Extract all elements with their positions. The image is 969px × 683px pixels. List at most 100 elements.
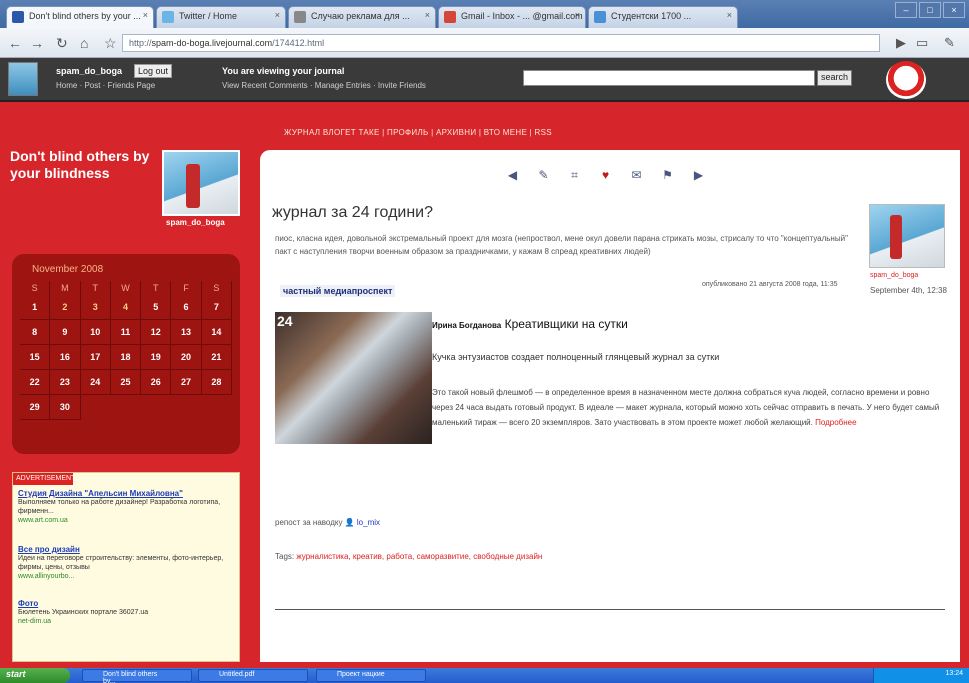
- close-icon[interactable]: ×: [575, 10, 580, 20]
- browser-tab-1[interactable]: Don't blind others by your ... ×: [6, 6, 154, 28]
- taskbar-item[interactable]: Don't blind others by...: [82, 669, 192, 683]
- repost-user-link[interactable]: lo_mix: [357, 518, 380, 527]
- entry-username[interactable]: spam_do_boga: [870, 272, 918, 279]
- calendar-day[interactable]: 6: [171, 295, 202, 320]
- maximize-icon[interactable]: □: [919, 2, 941, 18]
- calendar-day[interactable]: 11: [110, 320, 142, 345]
- tab-label: Случаю реклама для ...: [311, 11, 410, 21]
- ad-url[interactable]: www.art.com.ua: [18, 516, 233, 525]
- clock[interactable]: 13:24: [945, 670, 963, 677]
- close-icon[interactable]: ×: [727, 10, 732, 20]
- calendar-day[interactable]: 24: [80, 370, 111, 395]
- calendar-day[interactable]: 13: [171, 320, 202, 345]
- calendar-day[interactable]: 28: [201, 370, 232, 395]
- browser-tab-3[interactable]: Случаю реклама для ... ×: [288, 6, 436, 28]
- source-label[interactable]: частный медиапроспект: [280, 285, 396, 297]
- close-icon[interactable]: ×: [143, 10, 148, 20]
- article-image[interactable]: 24: [275, 312, 432, 444]
- userpic-caption[interactable]: spam_do_boga: [166, 218, 225, 227]
- taskbar-item[interactable]: Untitled.pdf: [198, 669, 308, 682]
- close-window-icon[interactable]: ×: [943, 2, 965, 18]
- start-button[interactable]: start: [0, 668, 70, 683]
- calendar-day[interactable]: 8: [20, 320, 51, 345]
- calendar-day[interactable]: 5: [141, 295, 172, 320]
- article-heading: Ирина Богданова Креативщики на сутки: [432, 317, 628, 331]
- logout-button[interactable]: Log out: [134, 64, 173, 78]
- calendar-day[interactable]: 15: [20, 345, 51, 370]
- calendar-day[interactable]: 2: [50, 295, 81, 320]
- browser-tab-5[interactable]: Студентски 1700 ... ×: [588, 6, 738, 28]
- calendar-title[interactable]: November 2008: [32, 264, 232, 275]
- close-icon[interactable]: ×: [425, 10, 430, 20]
- calendar-day[interactable]: 7: [201, 295, 232, 320]
- divider: [275, 609, 945, 610]
- calendar-dow: F: [171, 281, 202, 295]
- ad-url[interactable]: www.allinyourbo...: [18, 572, 233, 581]
- page-menu-icon[interactable]: ▭: [916, 35, 928, 51]
- calendar-day[interactable]: 25: [110, 370, 142, 395]
- calendar-day[interactable]: 3: [80, 295, 111, 320]
- search-button[interactable]: search: [817, 70, 853, 86]
- calendar-day[interactable]: 10: [80, 320, 111, 345]
- journal-userpic[interactable]: [162, 150, 240, 216]
- bookmark-star-icon[interactable]: ☆: [104, 35, 117, 52]
- user-links[interactable]: Home · Post · Friends Page: [56, 81, 155, 90]
- url-field[interactable]: http://spam-do-boga.livejournal.com/1744…: [122, 34, 880, 52]
- reload-icon[interactable]: ↻: [56, 35, 68, 52]
- ad-title[interactable]: Фото: [18, 599, 233, 608]
- post-title[interactable]: журнал за 24 години?: [272, 204, 433, 222]
- browser-tab-4[interactable]: Gmail - Inbox - ... @gmail.com ×: [438, 6, 586, 28]
- calendar-day[interactable]: 19: [141, 345, 172, 370]
- ad-text: Выполняем только на работе дизайнер! Раз…: [18, 499, 221, 515]
- wrench-icon[interactable]: ✎: [944, 35, 955, 51]
- calendar-day[interactable]: 22: [20, 370, 51, 395]
- close-icon[interactable]: ×: [275, 10, 280, 20]
- prev-arrow-icon[interactable]: ◀: [504, 168, 521, 183]
- track-icon[interactable]: ⚑: [659, 168, 676, 183]
- minimize-icon[interactable]: –: [895, 2, 917, 18]
- twitter-favicon-icon: [162, 11, 174, 23]
- home-icon[interactable]: ⌂: [80, 35, 88, 51]
- logged-in-username[interactable]: spam_do_boga: [56, 66, 122, 76]
- forward-arrow-icon[interactable]: →: [30, 35, 44, 51]
- calendar-day[interactable]: 14: [201, 320, 232, 345]
- calendar-day[interactable]: 4: [110, 295, 142, 320]
- journal-manage-links[interactable]: View Recent Comments · Manage Entries · …: [222, 81, 426, 90]
- search-input[interactable]: [523, 70, 815, 86]
- ad-item[interactable]: Студия Дизайна "Апельсин Михайловна" Вып…: [18, 489, 233, 525]
- calendar-day[interactable]: 27: [171, 370, 202, 395]
- userpic-small[interactable]: [8, 62, 38, 96]
- memory-heart-icon[interactable]: ♥: [597, 168, 614, 183]
- taskbar-item[interactable]: Проект нацкие: [316, 669, 426, 682]
- calendar-day[interactable]: 30: [50, 395, 81, 420]
- calendar-day[interactable]: 29: [20, 395, 51, 420]
- browser-tab-2[interactable]: Twitter / Home ×: [156, 6, 286, 28]
- go-arrow-icon[interactable]: ▶: [896, 35, 906, 51]
- livejournal-logo-icon[interactable]: [886, 61, 926, 99]
- calendar-day[interactable]: 26: [141, 370, 172, 395]
- back-arrow-icon[interactable]: ←: [8, 35, 22, 51]
- calendar-day[interactable]: 17: [80, 345, 111, 370]
- ad-title[interactable]: Студия Дизайна "Апельсин Михайловна": [18, 489, 233, 498]
- tag-edit-icon[interactable]: ⌗: [566, 168, 583, 183]
- calendar-day[interactable]: 21: [201, 345, 232, 370]
- read-more-link[interactable]: Подробнее: [815, 418, 857, 427]
- calendar-day[interactable]: 1: [20, 295, 51, 320]
- journal-nav[interactable]: ЖУРНАЛ ВЛОГЕТ ТАКЕ | ПРОФИЛЬ | АРХИВНИ |…: [284, 128, 552, 137]
- calendar-day[interactable]: 23: [50, 370, 81, 395]
- calendar-day[interactable]: 12: [141, 320, 172, 345]
- tell-friend-icon[interactable]: ✉: [628, 168, 645, 183]
- ad-url[interactable]: net-dim.ua: [18, 617, 233, 626]
- tags-list[interactable]: журналистика, креатив, работа, саморазви…: [296, 552, 542, 561]
- calendar-day[interactable]: 9: [50, 320, 81, 345]
- next-arrow-icon[interactable]: ▶: [690, 168, 707, 183]
- ad-title[interactable]: Все про дизайн: [18, 545, 233, 554]
- ad-item[interactable]: Фото Бюлетень Украинских портале 36027.u…: [18, 599, 233, 626]
- calendar-day[interactable]: 18: [110, 345, 142, 370]
- edit-icon[interactable]: ✎: [535, 168, 552, 183]
- calendar-day[interactable]: 16: [50, 345, 81, 370]
- calendar-day[interactable]: 20: [171, 345, 202, 370]
- user-icon[interactable]: 👤: [345, 518, 355, 527]
- entry-userpic[interactable]: [869, 204, 945, 268]
- ad-item[interactable]: Все про дизайн Идеи на переговоре строит…: [18, 545, 233, 581]
